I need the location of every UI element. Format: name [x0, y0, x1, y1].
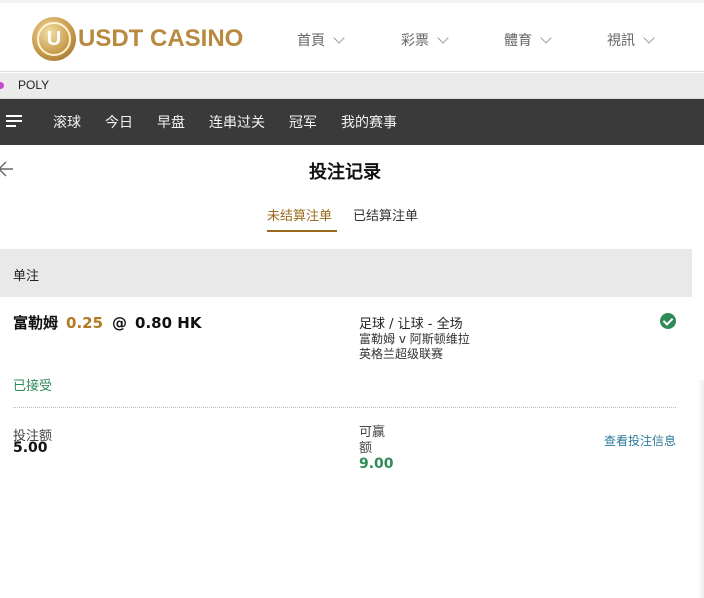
tab-settled[interactable]: 已结算注单 — [353, 205, 418, 224]
hamburger-icon[interactable] — [6, 115, 22, 127]
logo-text: USDT CASINO — [78, 25, 244, 52]
sports-nav-early[interactable]: 早盘 — [157, 112, 185, 132]
bet-league: 英格兰超级联赛 — [359, 347, 444, 361]
bet-selection: 富勒姆 — [13, 314, 59, 332]
bet-at-symbol: @ — [112, 314, 128, 332]
sports-nav-my-events[interactable]: 我的赛事 — [341, 112, 397, 132]
check-circle-icon — [660, 313, 676, 329]
logo-badge-icon: U — [32, 17, 76, 61]
provider-bar: POLY — [0, 73, 704, 99]
top-nav-lottery[interactable]: 彩票 — [401, 30, 449, 50]
chevron-down-icon — [437, 32, 449, 44]
chevron-down-icon — [643, 32, 655, 44]
win-value: 9.00 — [359, 456, 394, 472]
bet-selection-line: 富勒姆 0.25 @ 0.80 HK — [13, 312, 201, 333]
tab-unsettled[interactable]: 未结算注单 — [267, 205, 332, 224]
section-title: 单注 — [13, 269, 40, 284]
sports-nav-today[interactable]: 今日 — [105, 112, 133, 132]
scroll-shadow — [698, 380, 704, 598]
brand-logo[interactable]: U USDT CASINO — [32, 16, 243, 62]
top-header: U USDT CASINO 首頁 彩票 體育 視訊 — [0, 0, 704, 72]
sports-nav: 滚球 今日 早盘 连串过关 冠军 我的赛事 — [0, 99, 704, 145]
provider-label: POLY — [18, 78, 50, 92]
active-tab-indicator — [267, 230, 337, 232]
bet-odds: 0.80 HK — [135, 314, 202, 332]
top-header-edge — [0, 0, 704, 3]
divider — [13, 407, 676, 408]
chevron-down-icon — [540, 32, 552, 44]
win-label: 可赢额 — [359, 425, 386, 456]
view-bet-info-link[interactable]: 查看投注信息 — [604, 432, 676, 449]
section-header: 单注 — [0, 249, 692, 297]
sports-nav-inplay[interactable]: 滚球 — [53, 112, 81, 132]
bet-status: 已接受 — [13, 379, 53, 394]
top-nav-live[interactable]: 視訊 — [607, 30, 655, 50]
bet-handicap: 0.25 — [66, 314, 104, 332]
page-title: 投注记录 — [309, 162, 381, 183]
sports-nav-outright[interactable]: 冠军 — [289, 112, 317, 132]
sports-nav-parlay[interactable]: 连串过关 — [209, 112, 265, 132]
provider-dot-icon — [0, 82, 4, 89]
top-nav-home[interactable]: 首頁 — [297, 30, 345, 50]
stake-value: 5.00 — [13, 440, 48, 456]
chevron-down-icon — [333, 32, 345, 44]
top-nav-sports[interactable]: 體育 — [504, 30, 552, 50]
